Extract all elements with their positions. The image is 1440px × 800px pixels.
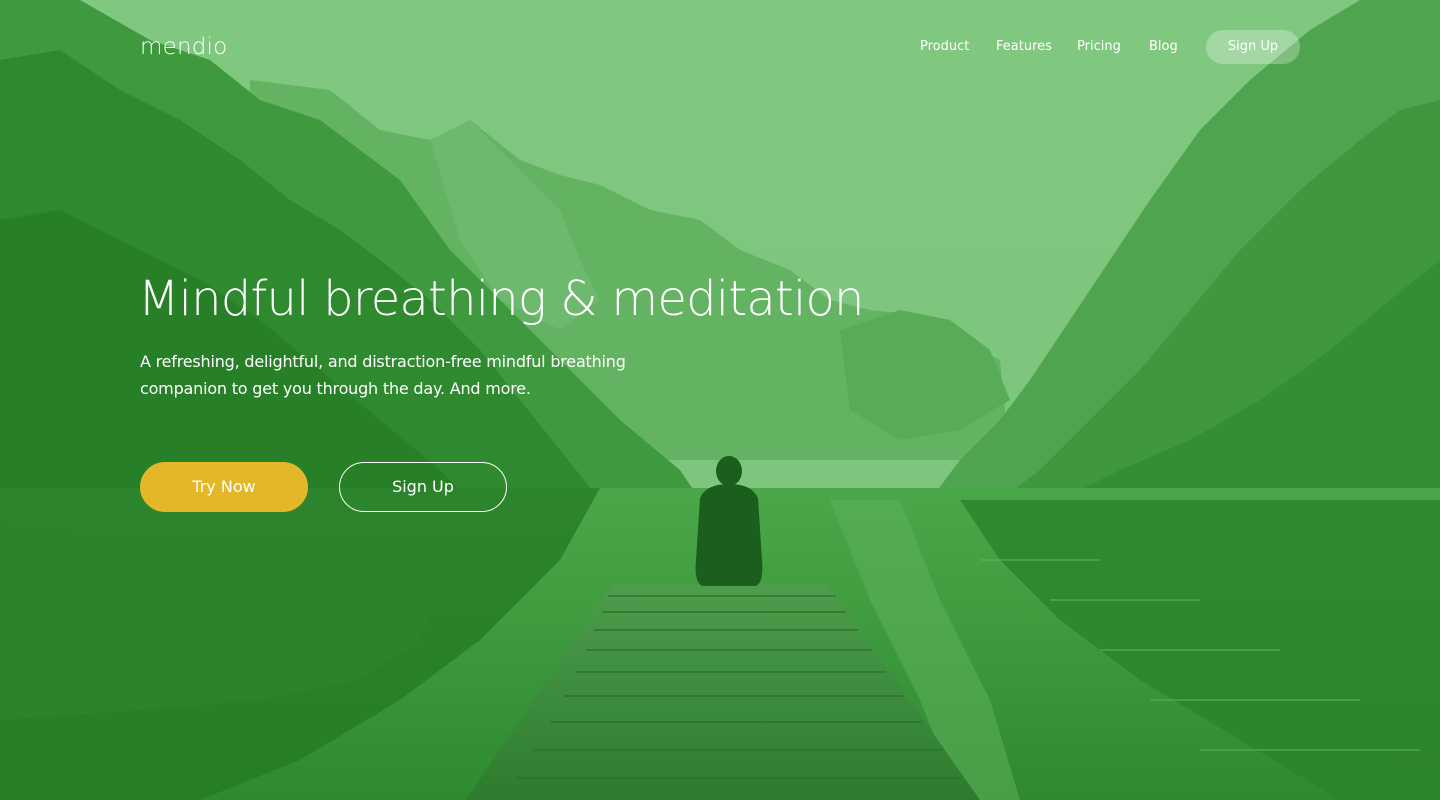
hero-title: Mindful breathing & meditation [138,271,864,327]
nav-signup-button[interactable]: Sign Up [1206,30,1300,64]
try-now-button[interactable]: Try Now [140,462,308,512]
hero-signup-button[interactable]: Sign Up [339,462,507,512]
top-navigation: mendio Product Features Pricing Blog Sig… [0,0,1440,94]
nav-link-product[interactable]: Product [920,38,969,56]
nav-link-features[interactable]: Features [996,38,1052,56]
brand-logo[interactable]: mendio [140,31,227,63]
hero-subtitle: A refreshing, delightful, and distractio… [140,352,626,398]
nav-link-blog[interactable]: Blog [1149,38,1178,56]
nav-link-pricing[interactable]: Pricing [1077,38,1121,56]
hero-section: mendio Product Features Pricing Blog Sig… [0,0,1440,800]
